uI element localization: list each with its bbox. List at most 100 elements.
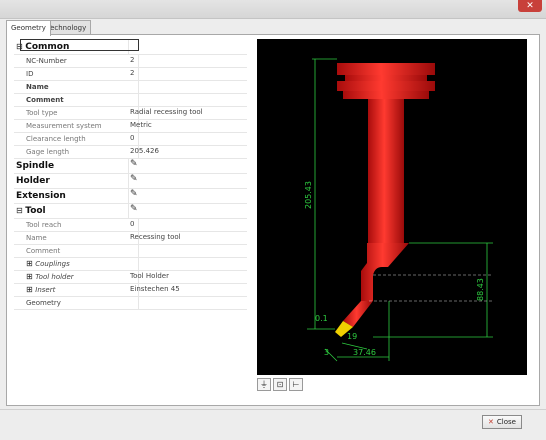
property-name: Gage length [14, 145, 139, 158]
window-close-button[interactable]: ✕ [518, 0, 542, 12]
property-row[interactable]: Tool reach 0 [14, 218, 247, 232]
edit-pencil-icon[interactable]: ✎ [130, 174, 138, 184]
filter-icon[interactable]: ⏚ [257, 378, 271, 391]
tool-preview-viewport[interactable]: 205.43 88.43 37.46 19 0.1 3 [257, 39, 527, 375]
dim-angle: 3 [324, 348, 329, 357]
geometry-panel: ⊟ Common NC-Number 2 ID 2 Name Comment Tool typ… [6, 34, 540, 406]
property-name: Tool type [14, 106, 139, 119]
dim-gage-length: 205.43 [304, 181, 313, 209]
property-row[interactable]: Name [14, 80, 247, 94]
property-row[interactable]: Holder ✎ [14, 173, 247, 189]
property-label: ID [26, 70, 34, 78]
property-value[interactable]: 2 [130, 54, 134, 67]
property-row[interactable]: ⊞ Couplings [14, 257, 247, 271]
tool-drawing: 205.43 88.43 37.46 19 0.1 3 [304, 58, 493, 362]
property-value[interactable]: 205.426 [130, 145, 159, 158]
property-name: ⊟ Tool [14, 203, 129, 218]
property-row[interactable]: ⊞ Tool holder Tool Holder [14, 270, 247, 284]
property-label: Tool type [26, 109, 58, 117]
property-label: Tool holder [35, 273, 74, 281]
close-icon: ✕ [488, 418, 494, 426]
property-row[interactable]: ⊟ Tool ✎ [14, 203, 247, 219]
property-row[interactable]: Geometry [14, 296, 247, 310]
property-row[interactable]: ⊟ Common [14, 39, 247, 55]
property-value[interactable]: Tool Holder [130, 270, 169, 283]
property-name: Clearance length [14, 132, 139, 145]
property-row[interactable]: Tool type Radial recessing tool [14, 106, 247, 120]
property-name: Measurement system [14, 119, 139, 132]
property-name: Name [14, 231, 139, 244]
edit-pencil-icon[interactable]: ✎ [130, 159, 138, 169]
property-label: Tool [25, 206, 46, 216]
property-label: Holder [16, 176, 50, 186]
property-label: Insert [35, 286, 56, 294]
collapse-icon[interactable]: ⊟ [16, 206, 25, 215]
property-name: ⊞ Insert [14, 283, 139, 296]
property-name: ID [14, 67, 139, 80]
property-row[interactable]: Gage length 205.426 [14, 145, 247, 159]
property-value[interactable]: 0 [130, 218, 134, 231]
property-label: Name [26, 234, 47, 242]
property-label: Gage length [26, 148, 70, 156]
close-button[interactable]: ✕ Close [482, 415, 522, 429]
edit-pencil-icon[interactable]: ✎ [130, 204, 138, 214]
property-name: Holder [14, 173, 129, 188]
tool-shank [368, 99, 404, 243]
property-name: Geometry [14, 296, 139, 309]
property-row[interactable]: Comment [14, 244, 247, 258]
footer-divider [0, 409, 546, 410]
property-row[interactable]: Spindle ✎ [14, 158, 247, 174]
property-row[interactable]: Comment [14, 93, 247, 107]
dim-offset: 19 [347, 332, 357, 341]
property-row[interactable]: Name Recessing tool [14, 231, 247, 245]
property-name: Spindle [14, 158, 129, 173]
property-name: Name [14, 80, 139, 93]
property-label: NC-Number [26, 57, 67, 65]
property-label: Spindle [16, 161, 55, 171]
property-name: Extension [14, 188, 129, 203]
property-label: Tool reach [26, 221, 62, 229]
fit-view-icon[interactable]: ⊡ [273, 378, 287, 391]
selection-outline [20, 39, 139, 51]
property-label: Clearance length [26, 135, 86, 143]
property-name: NC-Number [14, 54, 139, 67]
expand-icon[interactable]: ⊞ [26, 285, 35, 294]
property-name: Comment [14, 244, 139, 257]
property-value[interactable]: Radial recessing tool [130, 106, 203, 119]
property-value[interactable]: Recessing tool [130, 231, 181, 244]
property-grid: ⊟ Common NC-Number 2 ID 2 Name Comment Tool typ… [14, 39, 247, 353]
tool-head [361, 243, 409, 301]
property-label: Couplings [35, 260, 70, 268]
property-row[interactable]: ⊞ Insert Einstechen 45 [14, 283, 247, 297]
property-label: Measurement system [26, 122, 102, 130]
property-label: Comment [26, 247, 61, 255]
dim-tool-reach: 88.43 [476, 278, 485, 301]
property-name: ⊞ Tool holder [14, 270, 139, 283]
property-row[interactable]: Measurement system Metric [14, 119, 247, 133]
property-value[interactable]: Metric [130, 119, 152, 132]
spindle-flange [337, 63, 435, 75]
tab-geometry[interactable]: Geometry [6, 20, 51, 36]
property-label: Name [26, 83, 49, 91]
property-value[interactable]: Einstechen 45 [130, 283, 180, 296]
edit-pencil-icon[interactable]: ✎ [130, 189, 138, 199]
property-row[interactable]: NC-Number 2 [14, 54, 247, 68]
dim-width: 37.46 [353, 348, 376, 357]
measure-icon[interactable]: ⊢ [289, 378, 303, 391]
dim-radius: 0.1 [315, 314, 328, 323]
expand-icon[interactable]: ⊞ [26, 259, 35, 268]
property-value[interactable]: 2 [130, 67, 134, 80]
close-label: Close [496, 418, 516, 426]
property-name: Tool reach [14, 218, 139, 231]
property-row[interactable]: Clearance length 0 [14, 132, 247, 146]
property-name: Comment [14, 93, 139, 106]
property-name: ⊞ Couplings [14, 257, 139, 270]
property-label: Geometry [26, 299, 61, 307]
property-row[interactable]: Extension ✎ [14, 188, 247, 204]
expand-icon[interactable]: ⊞ [26, 272, 35, 281]
property-label: Comment [26, 96, 64, 104]
property-label: Extension [16, 191, 66, 201]
window-titlebar: ✕ [0, 0, 546, 19]
property-value[interactable]: 0 [130, 132, 134, 145]
property-row[interactable]: ID 2 [14, 67, 247, 81]
